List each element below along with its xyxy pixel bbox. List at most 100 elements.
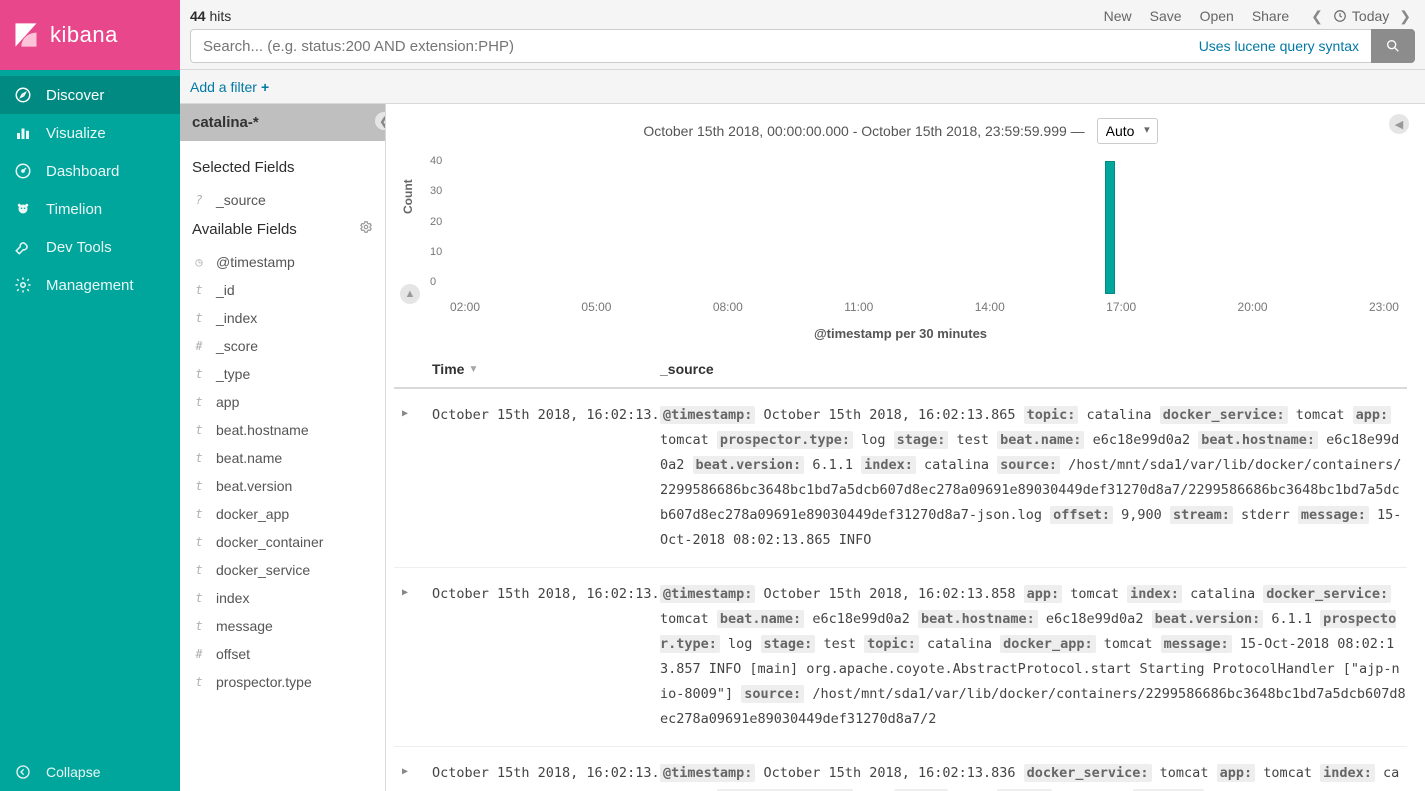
sort-desc-icon: ▼ [468,364,478,375]
x-tick: 11:00 [844,300,873,314]
field-label: source: [741,685,804,703]
col-time-header[interactable]: Time ▼ [432,361,660,377]
row-time: October 15th 2018, 16:02:13.858 [432,582,660,732]
field-type-icon: # [192,339,206,353]
field--type[interactable]: t_type [192,360,373,388]
field-beat-hostname[interactable]: tbeat.hostname [192,416,373,444]
nav-item-visualize[interactable]: Visualize [0,114,180,152]
field-label: beat.hostname: [918,610,1038,628]
kibana-logo-icon [12,21,40,49]
field-index[interactable]: tindex [192,584,373,612]
field-label: index: [1320,764,1375,782]
x-tick: 05:00 [581,300,611,314]
field-type-icon: t [192,395,206,409]
field-label: message: [1298,506,1369,524]
index-pattern-header[interactable]: catalina-* ❮ [180,104,385,141]
field-label: docker_service: [1024,764,1152,782]
brand[interactable]: kibana [0,0,180,70]
gear-icon [359,220,373,234]
field-type-icon: # [192,647,206,661]
field-docker-service[interactable]: tdocker_service [192,556,373,584]
available-fields-title: Available Fields [192,221,297,238]
time-prev-icon[interactable]: ❮ [1307,8,1327,25]
field--index[interactable]: t_index [192,304,373,332]
chart-reset-button[interactable]: ◀ [1389,114,1409,134]
field-label: beat.version: [1152,610,1264,628]
action-save[interactable]: Save [1150,8,1182,24]
field-type-icon: t [192,311,206,325]
histogram-chart[interactable]: Count 02:0005:0008:0011:0014:0017:0020:0… [418,152,1407,322]
y-tick: 0 [430,276,436,288]
filterbar: Add a filter + [180,70,1425,104]
expand-row-button[interactable]: ▶ [402,761,432,791]
field-label: app: [1024,585,1063,603]
search-button[interactable] [1371,29,1415,63]
histogram-bar[interactable] [1105,161,1115,294]
top-actions: New Save Open Share ❮ Today ❯ [1104,8,1415,25]
nav-item-timelion[interactable]: Timelion [0,190,180,228]
search-hint[interactable]: Uses lucene query syntax [1199,38,1359,54]
searchbar: Uses lucene query syntax [190,29,1415,63]
field-docker-app[interactable]: tdocker_app [192,500,373,528]
field-offset[interactable]: #offset [192,640,373,668]
x-tick: 20:00 [1238,300,1268,314]
add-filter-label: Add a filter [190,79,257,95]
search-input[interactable] [203,38,1199,55]
nav-item-dashboard[interactable]: Dashboard [0,152,180,190]
clock-icon[interactable]: Today [1333,8,1389,24]
nav-item-management[interactable]: Management [0,266,180,304]
field--score[interactable]: #_score [192,332,373,360]
field-docker-container[interactable]: tdocker_container [192,528,373,556]
wrench-icon [14,238,32,256]
field-label: source: [997,456,1060,474]
x-tick: 08:00 [713,300,743,314]
field-label: stage: [761,635,816,653]
doc-row: ▶ October 15th 2018, 16:02:13.858 @times… [394,568,1407,747]
compass-icon [14,86,32,104]
collapse-button[interactable]: Collapse [0,753,180,791]
field-type-icon: t [192,591,206,605]
brand-text: kibana [50,22,118,48]
action-open[interactable]: Open [1200,8,1234,24]
nav-item-discover[interactable]: Discover [0,76,180,114]
field--id[interactable]: t_id [192,276,373,304]
field--source[interactable]: ?_source [192,186,373,214]
fields-panel: catalina-* ❮ Selected Fields ?_source Av… [180,104,386,791]
expand-row-button[interactable]: ▶ [402,403,432,553]
chart-y-label: Count [401,179,415,214]
chart-caption: @timestamp per 30 minutes [394,326,1407,341]
field-type-icon: t [192,507,206,521]
col-source-header[interactable]: _source [660,361,714,377]
field-app[interactable]: tapp [192,388,373,416]
nav-item-dev-tools[interactable]: Dev Tools [0,228,180,266]
row-source: @timestamp: October 15th 2018, 16:02:13.… [660,403,1407,553]
interval-select[interactable]: Auto [1097,118,1158,144]
field-beat-version[interactable]: tbeat.version [192,472,373,500]
gauge-icon [14,162,32,180]
field-label: prospector.type: [717,431,853,449]
action-share[interactable]: Share [1252,8,1289,24]
y-tick: 10 [430,246,442,258]
fields-settings-button[interactable] [359,220,373,238]
field-type-icon: t [192,619,206,633]
scroll-top-button[interactable]: ▲ [400,284,420,304]
x-tick: 17:00 [1106,300,1136,314]
field--timestamp[interactable]: ◷@timestamp [192,248,373,276]
lion-icon [14,200,32,218]
collapse-label: Collapse [46,764,100,780]
field-message[interactable]: tmessage [192,612,373,640]
collapse-fields-icon[interactable]: ❮ [375,112,386,130]
field-label: beat.hostname: [1198,431,1318,449]
field-beat-name[interactable]: tbeat.name [192,444,373,472]
field-prospector-type[interactable]: tprospector.type [192,668,373,696]
collapse-icon [14,763,32,781]
time-next-icon[interactable]: ❯ [1395,8,1415,25]
field-label: docker_service: [1160,406,1288,424]
field-type-icon: t [192,423,206,437]
action-new[interactable]: New [1104,8,1132,24]
field-label: docker_app: [1000,635,1095,653]
add-filter-button[interactable]: Add a filter + [190,79,269,95]
expand-row-button[interactable]: ▶ [402,582,432,732]
content: catalina-* ❮ Selected Fields ?_source Av… [180,104,1425,791]
doc-row: ▶ October 15th 2018, 16:02:13.865 @times… [394,389,1407,568]
